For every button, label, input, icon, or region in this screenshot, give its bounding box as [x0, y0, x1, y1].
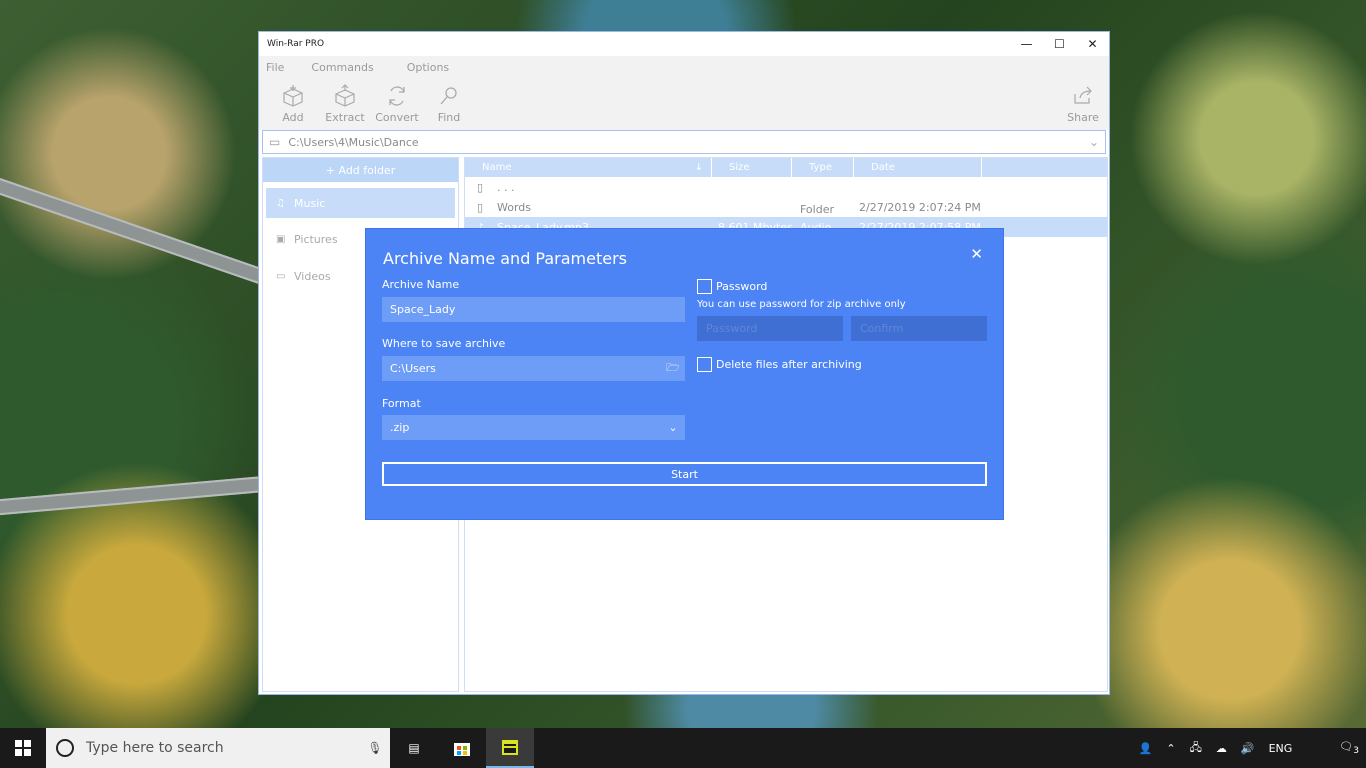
find-label: Find [437, 111, 461, 124]
store-icon [454, 743, 470, 756]
system-tray: 👤 ⌃ 🖧 ☁ 🔊 ENG 🗨3 [1132, 728, 1366, 768]
refresh-icon [389, 86, 405, 106]
password-hint: You can use password for zip archive onl… [697, 299, 906, 310]
convert-label: Convert [375, 111, 419, 124]
folder-icon: ▯ [477, 200, 484, 214]
checkbox-box[interactable] [697, 357, 712, 372]
search-icon [440, 87, 457, 105]
column-date[interactable]: Date [854, 158, 982, 177]
menu-file[interactable]: File [266, 61, 284, 74]
extract-button[interactable]: Extract [319, 84, 371, 124]
column-headers: Name ↓ Size Type Date [465, 158, 1107, 177]
store-button[interactable] [438, 728, 486, 768]
menu-bar: File Commands Options [259, 56, 1109, 78]
sort-arrow-icon: ↓ [694, 162, 703, 173]
column-name[interactable]: Name ↓ [465, 158, 712, 177]
picture-icon: ▣ [276, 233, 286, 245]
archive-dialog: Archive Name and Parameters ✕ Archive Na… [365, 228, 1004, 520]
start-button[interactable]: Start [382, 462, 987, 486]
notifications-icon[interactable]: 🗨3 [1339, 740, 1359, 756]
extract-label: Extract [325, 111, 365, 124]
sidebar-item-label: Videos [294, 269, 331, 283]
music-note-icon: ♫ [276, 197, 285, 209]
close-button[interactable]: ✕ [1076, 32, 1109, 56]
video-icon: ▭ [276, 270, 286, 282]
title-bar: Win-Rar PRO — ☐ ✕ [259, 32, 1109, 56]
checkbox-box[interactable] [697, 279, 712, 294]
chevron-down-icon[interactable]: ⌄ [1083, 135, 1105, 149]
taskbar: Type here to search 🎙 ▤ 👤 ⌃ 🖧 ☁ 🔊 ENG 🗨3 [0, 728, 1366, 768]
password-input[interactable]: Password [697, 316, 843, 341]
add-button[interactable]: Add [267, 84, 319, 124]
column-size[interactable]: Size [712, 158, 792, 177]
chevron-down-icon: ⌄ [668, 421, 678, 434]
taskbar-search-box[interactable]: Type here to search 🎙 [46, 728, 390, 768]
table-row[interactable]: ▯ . . . [465, 177, 1107, 197]
search-placeholder: Type here to search [86, 740, 224, 756]
add-folder-button[interactable]: + Add folder [263, 158, 458, 182]
language-indicator[interactable]: ENG [1269, 742, 1293, 755]
task-view-icon: ▤ [408, 741, 420, 755]
background-road [0, 475, 270, 516]
windows-logo-icon [15, 740, 31, 756]
winrar-taskbar-button[interactable] [486, 728, 534, 768]
password-checkbox[interactable]: Password [697, 279, 767, 294]
minimize-button[interactable]: — [1010, 32, 1043, 56]
file-icon: ▯ [477, 180, 484, 194]
onedrive-icon[interactable]: ☁ [1216, 742, 1227, 755]
save-location-label: Where to save archive [382, 337, 506, 350]
close-icon[interactable]: ✕ [970, 245, 983, 263]
people-icon[interactable]: 👤 [1139, 742, 1153, 755]
folder-open-icon[interactable]: 🗁 [661, 359, 685, 378]
task-view-button[interactable]: ▤ [390, 728, 438, 768]
dialog-title: Archive Name and Parameters [383, 249, 628, 268]
background-road [0, 175, 267, 285]
notification-count: 3 [1353, 746, 1359, 757]
delete-files-checkbox[interactable]: Delete files after archiving [697, 357, 862, 372]
share-icon [1074, 86, 1092, 104]
format-label: Format [382, 397, 421, 410]
menu-commands[interactable]: Commands [311, 61, 373, 74]
chevron-up-icon[interactable]: ⌃ [1166, 742, 1175, 755]
archive-name-input[interactable]: Space_Lady [382, 297, 685, 322]
column-type[interactable]: Type [792, 158, 854, 177]
share-button[interactable]: Share [1057, 84, 1109, 124]
volume-icon[interactable]: 🔊 [1241, 742, 1255, 755]
path-text: C:\Users\4\Music\Dance [288, 135, 419, 149]
microphone-icon[interactable]: 🎙 [360, 741, 390, 755]
convert-button[interactable]: Convert [371, 84, 423, 124]
winrar-app-icon [502, 740, 518, 755]
share-label: Share [1067, 111, 1099, 124]
format-select[interactable]: .zip ⌄ [382, 415, 685, 440]
table-row[interactable]: ▯ Words Folder 2/27/2019 2:07:24 PM [465, 197, 1107, 217]
path-bar[interactable]: ▭ C:\Users\4\Music\Dance ⌄ [262, 130, 1106, 154]
toolbar: Add Extract Convert Find Share [259, 78, 1109, 130]
maximize-button[interactable]: ☐ [1043, 32, 1076, 56]
network-icon[interactable]: 🖧 [1190, 739, 1202, 758]
box-extract-icon [335, 84, 355, 107]
sidebar-item-label: Music [294, 196, 326, 210]
sidebar-item-music[interactable]: ♫ Music [266, 188, 455, 218]
confirm-password-input[interactable]: Confirm [851, 316, 987, 341]
archive-name-label: Archive Name [382, 278, 460, 291]
menu-options[interactable]: Options [407, 61, 449, 74]
find-button[interactable]: Find [423, 84, 475, 124]
save-location-input[interactable]: C:\Users 🗁 [382, 356, 685, 381]
sidebar-item-label: Pictures [294, 232, 338, 246]
computer-icon: ▭ [269, 135, 281, 149]
cortana-icon[interactable] [56, 739, 74, 757]
start-menu-button[interactable] [0, 728, 46, 768]
add-label: Add [282, 111, 304, 124]
box-add-icon [283, 85, 303, 107]
window-title: Win-Rar PRO [267, 39, 325, 49]
